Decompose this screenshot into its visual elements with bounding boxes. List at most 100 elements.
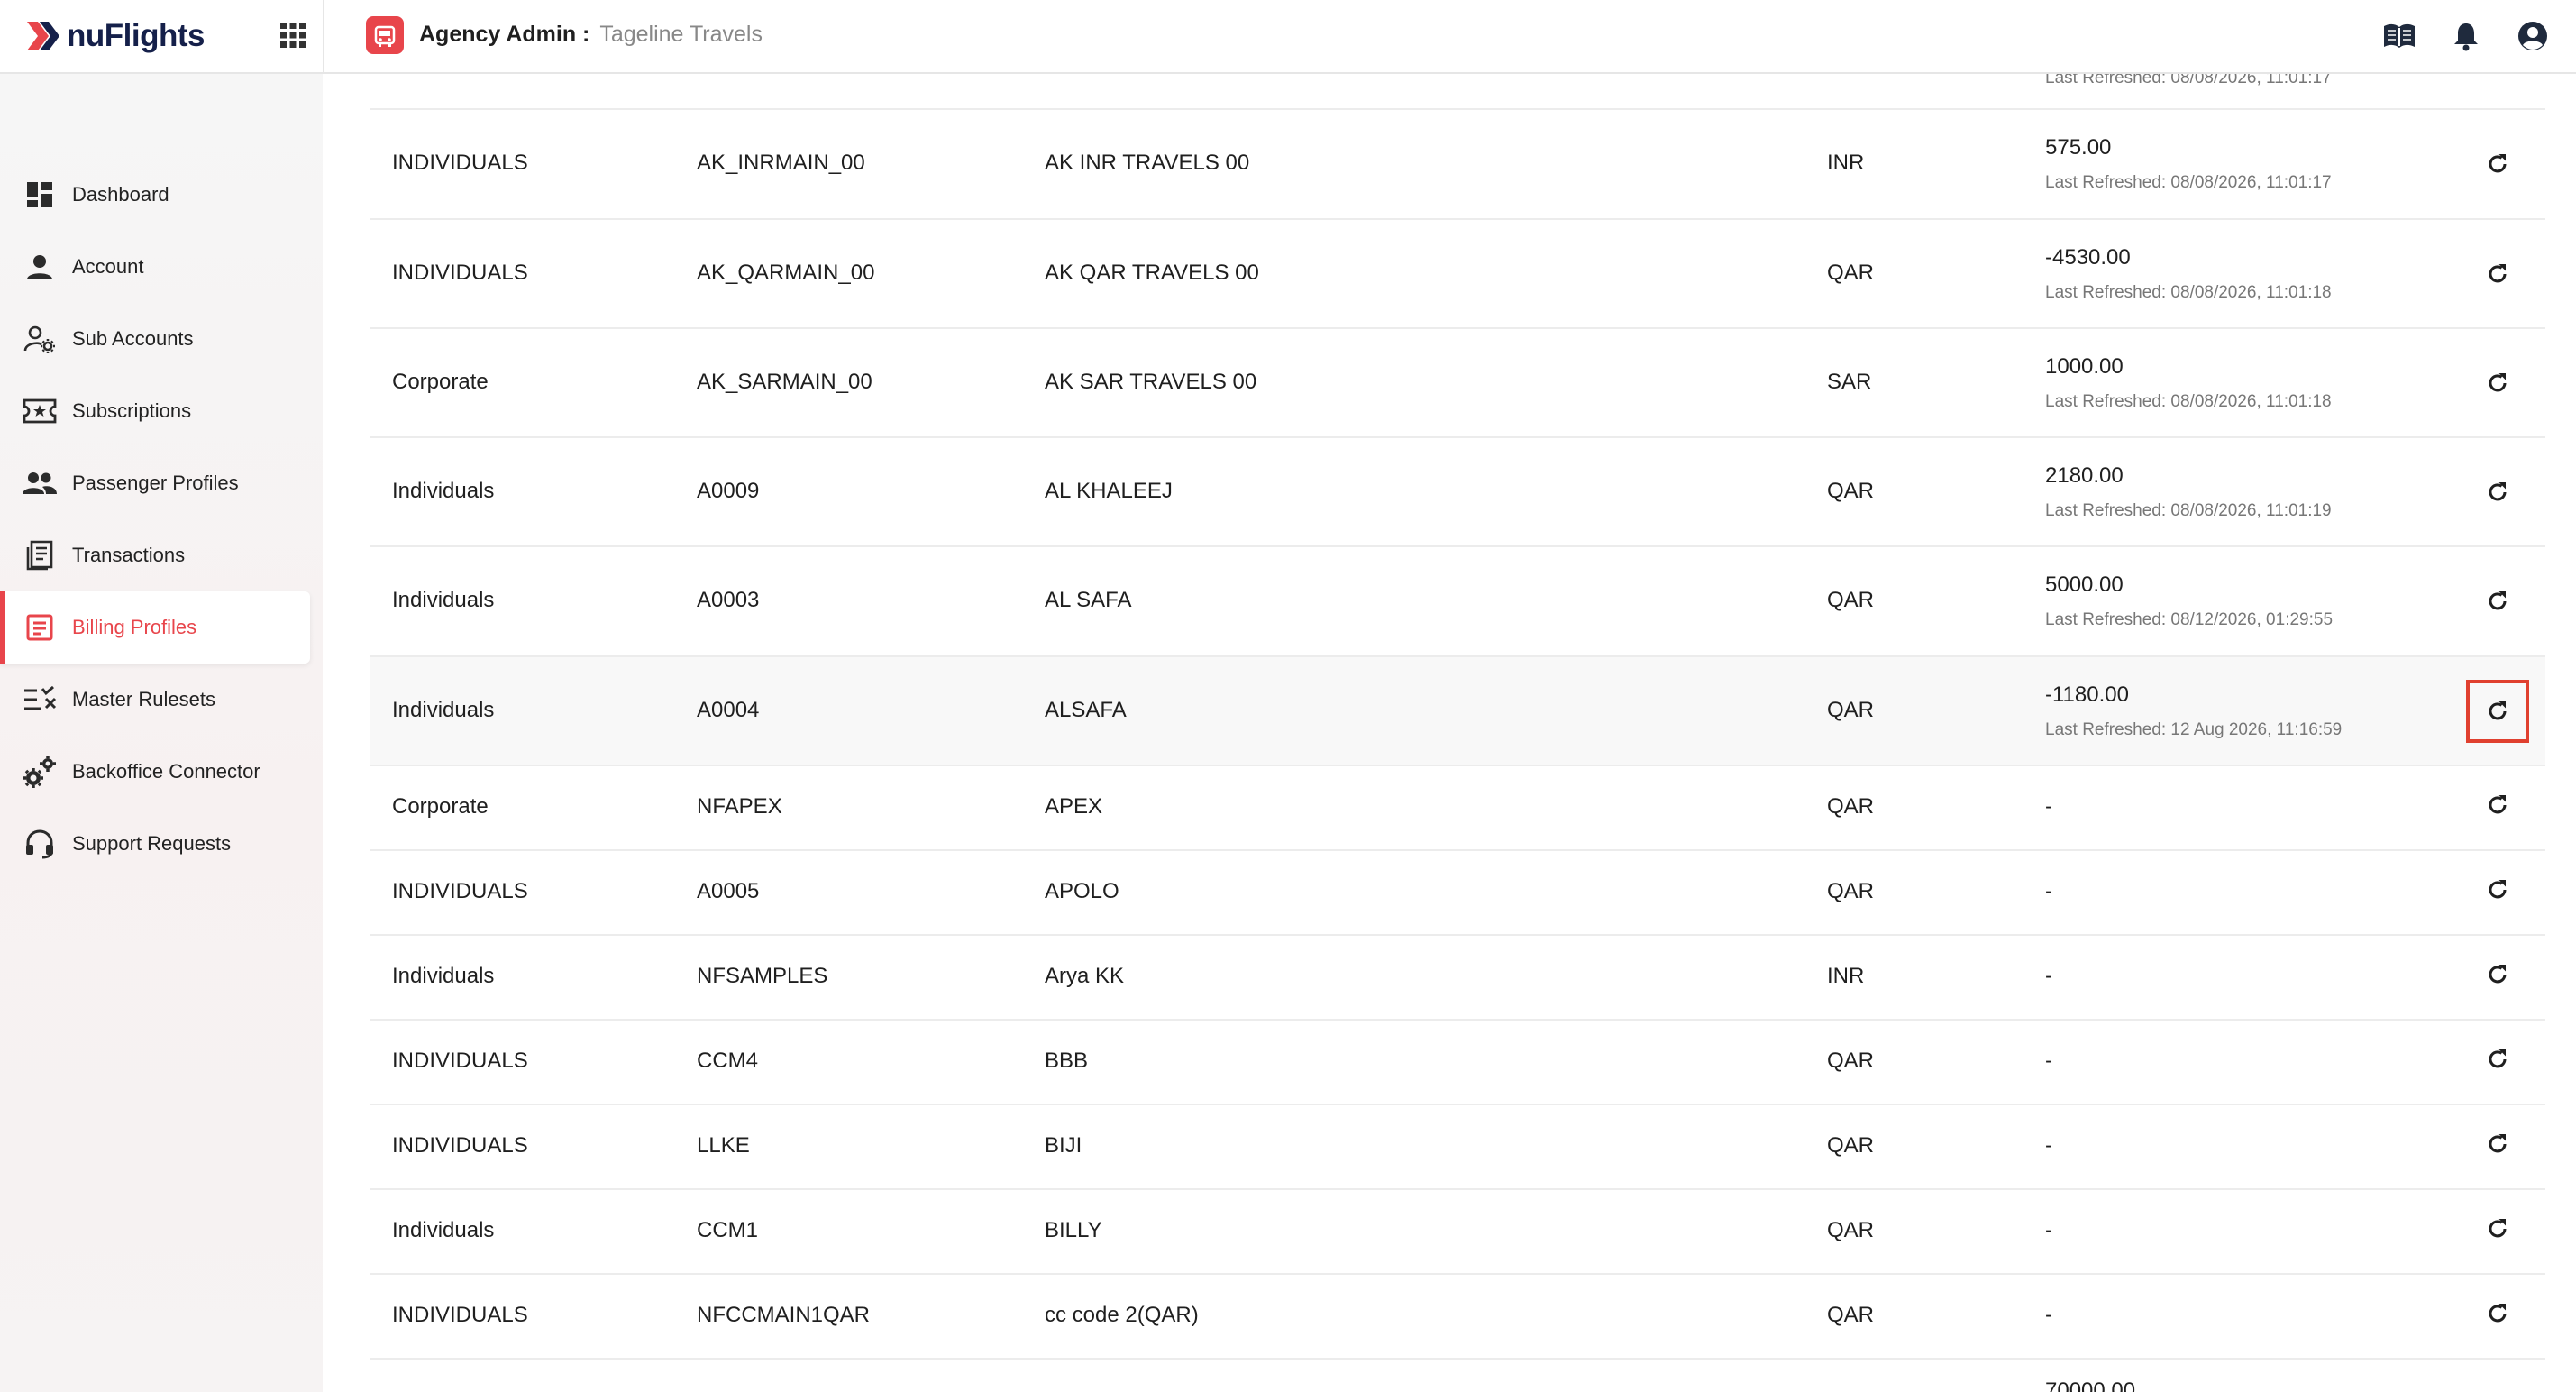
- top-bar: nuFlights Agency Admin : Tageline Travel…: [0, 0, 2576, 74]
- balance-value: -4530.00: [2045, 245, 2131, 270]
- sidebar-item-sub-accounts[interactable]: Sub Accounts: [0, 303, 310, 375]
- headset-icon: [22, 826, 58, 862]
- sidebar-item-backoffice-connector[interactable]: Backoffice Connector: [0, 736, 310, 808]
- nuflights-logo[interactable]: nuFlights: [25, 13, 205, 60]
- sidebar-item-billing-profiles[interactable]: Billing Profiles: [0, 591, 310, 664]
- profile-code: A0005: [697, 879, 760, 903]
- refresh-icon: [2489, 965, 2507, 984]
- sidebar-item-transactions[interactable]: Transactions: [0, 519, 310, 591]
- ticket-star-icon: [22, 393, 58, 429]
- sidebar-item-label: Support Requests: [72, 832, 232, 855]
- profile-type: INDIVIDUALS: [392, 151, 528, 175]
- refresh-icon: [2489, 154, 2507, 173]
- table-row-selected[interactable]: Individuals A0004 ALSAFA QAR -1180.00 La…: [370, 657, 2545, 766]
- dashboard-icon: [22, 177, 58, 213]
- last-refreshed-text: Last Refreshed: 08/08/2026, 11:01:18: [2045, 392, 2332, 411]
- refresh-button[interactable]: [2482, 586, 2513, 617]
- profile-type: Individuals: [392, 479, 495, 503]
- currency: QAR: [1827, 1303, 1875, 1327]
- table-row[interactable]: Individuals A0009 AL KHALEEJ QAR 2180.00…: [370, 438, 2545, 547]
- refresh-icon: [2489, 373, 2507, 392]
- currency: QAR: [1827, 588, 1875, 612]
- sidebar-item-label: Passenger Profiles: [72, 472, 239, 494]
- table-row[interactable]: Corporate NFAPEX APEX QAR -: [370, 766, 2545, 851]
- refresh-button[interactable]: [2482, 1044, 2513, 1075]
- profile-name: BIJI: [1045, 1133, 1082, 1158]
- apps-grid-icon[interactable]: [279, 22, 306, 49]
- refresh-button[interactable]: [2482, 1129, 2513, 1159]
- profile-code: A0003: [697, 588, 760, 612]
- table-row[interactable]: INDIVIDUALS AK_QARMAIN_00 AK QAR TRAVELS…: [370, 220, 2545, 329]
- balance-value: -: [2045, 879, 2052, 903]
- user-account-icon[interactable]: [2515, 18, 2551, 54]
- sidebar-item-label: Billing Profiles: [72, 616, 197, 638]
- sidebar-item-support-requests[interactable]: Support Requests: [0, 808, 310, 880]
- balance-cell: 2180.00 Last Refreshed: 08/08/2026, 11:0…: [2045, 463, 2332, 521]
- table-row[interactable]: INDIVIDUALS AK_INRMAIN_00 AK INR TRAVELS…: [370, 110, 2545, 220]
- agency-name: Tageline Travels: [599, 22, 763, 47]
- refresh-icon: [2489, 591, 2507, 610]
- refresh-button[interactable]: [2482, 959, 2513, 990]
- sidebar-item-passenger-profiles[interactable]: Passenger Profiles: [0, 447, 310, 519]
- table-row[interactable]: Individuals CCM1 BILLY QAR -: [370, 1190, 2545, 1275]
- profile-type: Individuals: [392, 1218, 495, 1242]
- profile-type: INDIVIDUALS: [392, 261, 528, 285]
- book-guide-icon[interactable]: [2381, 18, 2417, 54]
- balance-value: -: [2045, 1303, 2052, 1327]
- currency: QAR: [1827, 1218, 1875, 1242]
- profile-name: AL SAFA: [1045, 588, 1132, 612]
- profile-name: BBB: [1045, 1049, 1089, 1073]
- sidebar-item-label: Sub Accounts: [72, 327, 194, 350]
- sidebar-item-account[interactable]: Account: [0, 231, 310, 303]
- table-row[interactable]: Individuals NFSAMPLES Arya KK INR -: [370, 936, 2545, 1021]
- profile-name: AK INR TRAVELS 00: [1045, 151, 1250, 175]
- currency: QAR: [1827, 1049, 1875, 1073]
- sidebar-item-label: Dashboard: [72, 183, 169, 206]
- sidebar-item-master-rulesets[interactable]: Master Rulesets: [0, 664, 310, 736]
- refresh-button[interactable]: [2482, 259, 2513, 289]
- currency: SAR: [1827, 370, 1872, 394]
- refresh-icon: [2489, 1304, 2507, 1323]
- rules-list-icon: [22, 682, 58, 718]
- balance-value: 5000.00: [2045, 572, 2124, 597]
- sidebar-item-subscriptions[interactable]: Subscriptions: [0, 375, 310, 447]
- sidebar-item-label: Account: [72, 255, 144, 278]
- table-row[interactable]: INDIVIDUALS LLKE BIJI QAR -: [370, 1105, 2545, 1190]
- refresh-button[interactable]: [2482, 368, 2513, 398]
- table-row[interactable]: INDIVIDUALS CCM4 BBB QAR -: [370, 1021, 2545, 1105]
- balance-value: -: [2045, 1218, 2052, 1242]
- profile-name: APOLO: [1045, 879, 1119, 903]
- top-actions: [2381, 18, 2551, 54]
- table-row[interactable]: Individuals A0003 AL SAFA QAR 5000.00 La…: [370, 547, 2545, 657]
- sidebar-item-dashboard[interactable]: Dashboard: [0, 159, 310, 231]
- currency: QAR: [1827, 879, 1875, 903]
- profile-type: Corporate: [392, 794, 489, 819]
- refresh-button[interactable]: [2482, 875, 2513, 905]
- refresh-button[interactable]: [2482, 1213, 2513, 1244]
- balance-value: 575.00: [2045, 135, 2112, 160]
- people-icon: [22, 465, 58, 501]
- profile-code: NFCCMAIN1QAR: [697, 1303, 871, 1327]
- sidebar: Dashboard Account Sub Accounts Subscript…: [0, 74, 323, 1392]
- balance-value: -: [2045, 1049, 2052, 1073]
- balance-value: 1000.00: [2045, 354, 2124, 379]
- last-refreshed-text: Last Refreshed: 08/08/2026, 11:01:18: [2045, 283, 2332, 302]
- profile-code: NFSAMPLES: [697, 964, 828, 988]
- refresh-icon: [2489, 482, 2507, 501]
- balance-cell: 575.00 Last Refreshed: 08/08/2026, 11:01…: [2045, 135, 2332, 193]
- refresh-button[interactable]: [2482, 1298, 2513, 1329]
- table-row[interactable]: INDIVIDUALS A0005 APOLO QAR -: [370, 851, 2545, 936]
- table-row[interactable]: Corporate AK_SARMAIN_00 AK SAR TRAVELS 0…: [370, 329, 2545, 438]
- table-row[interactable]: INDIVIDUALS NFCCMAIN1QAR cc code 2(QAR) …: [370, 1275, 2545, 1360]
- profile-name: ALSAFA: [1045, 698, 1127, 722]
- profile-code: AK_SARMAIN_00: [697, 370, 872, 394]
- refresh-button[interactable]: [2466, 680, 2529, 743]
- refresh-button[interactable]: [2482, 790, 2513, 820]
- notification-bell-icon[interactable]: [2448, 18, 2484, 54]
- refresh-button[interactable]: [2482, 477, 2513, 508]
- profile-code: CCM4: [697, 1049, 759, 1073]
- currency: QAR: [1827, 479, 1875, 503]
- profile-type: Corporate: [392, 370, 489, 394]
- receipt-icon: [22, 537, 58, 573]
- refresh-button[interactable]: [2482, 149, 2513, 179]
